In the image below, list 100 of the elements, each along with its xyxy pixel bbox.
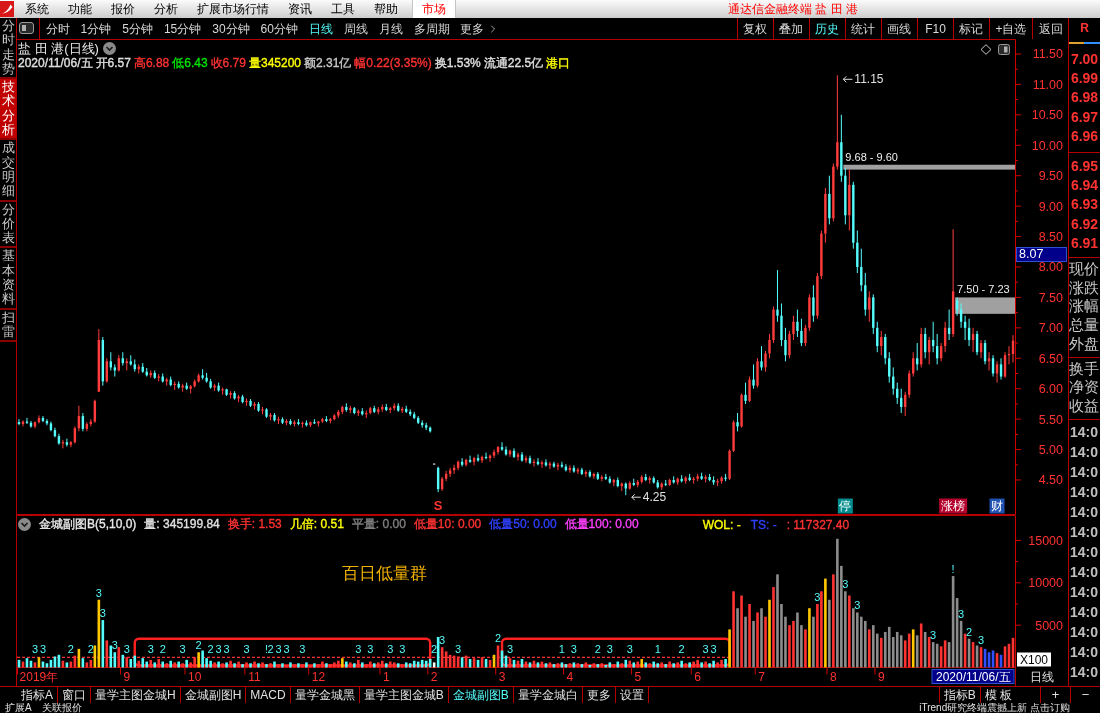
menu-item[interactable]: 分析 — [144, 0, 187, 18]
period-tab[interactable]: 周线 — [338, 18, 374, 39]
indicator-tab[interactable]: 更多 — [582, 687, 616, 703]
period-tab[interactable]: 30分钟 — [206, 18, 256, 39]
indicator-tab[interactable]: 指标A — [17, 687, 58, 703]
price-label: 11.15 — [854, 72, 884, 87]
cursor-price-label: 8.07 — [1016, 246, 1067, 262]
toolbar-button[interactable]: F10 — [917, 18, 953, 39]
toolbar-button[interactable]: 历史 — [809, 18, 845, 39]
trade-time: 14:0 — [1069, 602, 1100, 622]
toolbar-button[interactable]: 统计 — [845, 18, 881, 39]
period-tab[interactable]: 60分钟 — [255, 18, 304, 39]
axis-label: 5000 — [1035, 618, 1063, 633]
signal-number: 3 — [31, 643, 39, 656]
menu-item[interactable]: 资讯 — [278, 0, 321, 18]
indicator-tab[interactable]: MACD — [246, 687, 291, 703]
signal-number: 3 — [506, 643, 514, 656]
trade-time: 14:0 — [1069, 582, 1100, 602]
menu-item[interactable]: 扩展市场行情 — [187, 0, 278, 18]
period-tab[interactable]: 月线 — [373, 18, 409, 39]
date-label: 4 — [566, 669, 574, 684]
side-tab[interactable]: 分价表 — [0, 201, 16, 249]
period-tab[interactable]: 多周期 — [408, 18, 456, 39]
date-label: 5 — [634, 669, 642, 684]
template-button[interactable]: 指标B — [938, 687, 980, 703]
side-tab[interactable]: 技术分析 — [0, 79, 16, 141]
trade-time: 14:0 — [1069, 502, 1100, 522]
field-label: 现价 — [1069, 260, 1100, 279]
indicator-reading: 几倍: 0.51 — [289, 516, 344, 533]
menu-item[interactable]: 系统 — [15, 0, 58, 18]
signal-number: 2 — [195, 639, 202, 652]
event-tag: 涨榜 — [939, 498, 968, 514]
toolbar-button[interactable]: 复权 — [737, 18, 773, 39]
bid-price: 6.94 — [1069, 176, 1100, 196]
menu-item[interactable]: 功能 — [58, 0, 101, 18]
indicator-tab[interactable]: 量学主图金城H — [91, 687, 181, 703]
axis-label: 6.00 — [1038, 382, 1063, 397]
event-tag: 财 — [989, 498, 1005, 514]
toolbar-button[interactable]: +自选 — [989, 18, 1032, 39]
indicator-tab[interactable]: 量学主图金城B — [359, 687, 449, 703]
zoom-button[interactable]: + — [1040, 687, 1070, 703]
signal-number: 3 — [179, 643, 186, 656]
side-tab[interactable]: 基本资料 — [0, 248, 16, 310]
panel-toggle-icon[interactable] — [19, 22, 34, 34]
indicator-reading: WOL: - — [702, 517, 741, 532]
toolbar-button[interactable]: 叠加 — [773, 18, 809, 39]
menu-item[interactable]: 工具 — [321, 0, 364, 18]
period-tab[interactable]: 日线 — [303, 18, 339, 39]
panel-tab[interactable]: R — [1080, 18, 1089, 38]
bid-price: 6.95 — [1069, 157, 1100, 176]
band-label: 7.50 - 7.23 — [957, 283, 1010, 296]
period-tab[interactable]: 15分钟 — [158, 18, 207, 39]
axis-label: 10.00 — [1031, 138, 1063, 153]
indicator-tab[interactable]: 量学金城黑 — [290, 687, 360, 703]
more-button[interactable]: 更多 — [455, 18, 505, 39]
quote-value: 2020/11/06/五 — [18, 56, 93, 72]
dropdown-icon[interactable] — [18, 518, 31, 531]
indicator-tab[interactable]: 金城副图B — [448, 687, 514, 703]
chart-title: 盐 田 港(日线) — [18, 39, 99, 57]
dropdown-icon[interactable] — [102, 42, 116, 55]
trade-time: 14:0 — [1069, 522, 1100, 542]
indicator-tab[interactable]: 金城副图H — [180, 687, 247, 703]
quote-value: 低6.43 — [172, 55, 208, 72]
status-item[interactable]: 扩展A — [0, 703, 37, 713]
menu-item[interactable]: 帮助 — [364, 0, 407, 18]
signal-number: 3 — [123, 643, 130, 656]
trade-time: 14:0 — [1069, 442, 1100, 462]
period-tab[interactable]: 分时 — [40, 18, 75, 39]
indicator-reading: 低量50: 0.00 — [489, 516, 557, 533]
menu-item[interactable]: 报价 — [101, 0, 144, 18]
signal-number: 3 — [111, 639, 118, 652]
side-tab[interactable]: 成交明细 — [0, 140, 16, 202]
quote-value: 换1.53% — [434, 55, 481, 72]
trade-time: 14:0 — [1069, 562, 1100, 582]
status-item[interactable]: 关联报价 — [36, 703, 87, 713]
panel-toggle-icon[interactable] — [998, 44, 1010, 55]
field-label: 总量 — [1069, 316, 1100, 335]
indicator-tab[interactable]: 量学金城白 — [513, 687, 583, 703]
status-notice[interactable]: iTrend研究终端震撼上新 点击订购 — [919, 703, 1070, 713]
signal-number: 3 — [626, 643, 633, 656]
date-label: 10 — [187, 669, 202, 684]
signal-number: 2 — [267, 643, 274, 656]
market-tab[interactable]: 市场 — [412, 0, 456, 18]
signal-number: 3 — [243, 643, 250, 656]
side-tab[interactable]: 分时走势 — [0, 18, 16, 80]
zoom-button[interactable]: − — [1070, 687, 1100, 703]
toolbar-button[interactable]: 画线 — [881, 18, 917, 39]
toolbar-button[interactable]: 返回 — [1032, 18, 1068, 39]
indicator-tab[interactable]: 窗口 — [58, 687, 91, 703]
field-label: 换手 — [1069, 359, 1100, 379]
diamond-icon[interactable] — [980, 44, 992, 55]
period-tab[interactable]: 5分钟 — [116, 18, 159, 39]
logo-icon[interactable] — [0, 1, 14, 17]
toolbar-button[interactable]: 标记 — [953, 18, 989, 39]
period-tab[interactable]: 1分钟 — [75, 18, 117, 39]
indicator-tab[interactable]: 设置 — [615, 687, 649, 703]
side-tab[interactable]: 扫雷 — [0, 309, 16, 343]
template-button[interactable]: 模 板 — [979, 687, 1016, 703]
signal-number: 3 — [439, 634, 446, 647]
signal-number: 3 — [958, 607, 965, 620]
